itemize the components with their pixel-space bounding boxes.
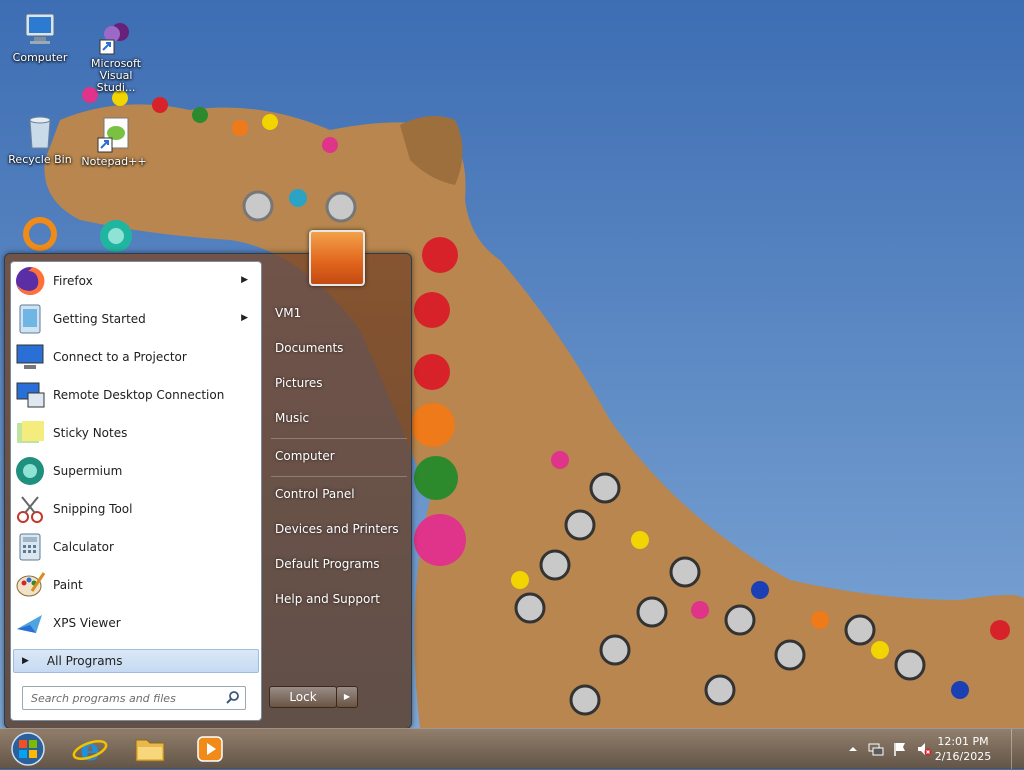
arrow-right-icon: ▶ [22, 656, 29, 666]
separator [271, 476, 407, 477]
start-program-xps-viewer[interactable]: XPS Viewer [14, 606, 256, 640]
start-right-default-programs[interactable]: Default Programs [267, 550, 413, 578]
start-program-paint[interactable]: Paint [14, 568, 256, 602]
program-label: Supermium [53, 464, 123, 478]
calculator-icon [14, 531, 46, 563]
projector-icon [14, 341, 46, 373]
taskbar-clock[interactable]: 12:01 PM 2/16/2025 [928, 734, 998, 764]
network-icon[interactable] [868, 741, 884, 757]
start-right-pictures[interactable]: Pictures [267, 369, 413, 397]
sticky-notes-icon [14, 417, 46, 449]
start-right-music[interactable]: Music [267, 404, 413, 432]
start-right-control-panel[interactable]: Control Panel [267, 480, 413, 508]
user-picture[interactable] [309, 230, 365, 286]
start-menu-programs-pane: Firefox ▶ Getting Started ▶ Connect to a… [10, 261, 262, 721]
search-icon[interactable] [226, 690, 240, 707]
desktop-icon-visual-studio[interactable]: Microsoft Visual Studi... [80, 16, 152, 94]
show-hidden-icons-icon[interactable] [845, 741, 861, 757]
media-player-icon [197, 736, 223, 762]
computer-icon [20, 10, 60, 50]
desktop-icon-notepad-plus-plus[interactable]: Notepad++ [78, 114, 150, 168]
program-label: Remote Desktop Connection [53, 388, 225, 402]
start-menu: Firefox ▶ Getting Started ▶ Connect to a… [4, 230, 413, 729]
snipping-tool-icon [14, 493, 46, 525]
start-program-supermium[interactable]: Supermium [14, 454, 256, 488]
remote-desktop-icon [14, 379, 46, 411]
paint-icon [14, 569, 46, 601]
all-programs-button[interactable]: ▶ All Programs [13, 649, 259, 673]
supermium-icon [96, 214, 136, 254]
all-programs-label: All Programs [46, 654, 123, 668]
submenu-arrow-icon: ▶ [241, 275, 248, 285]
show-desktop-button[interactable] [1011, 729, 1024, 769]
start-orb-icon [11, 732, 45, 766]
recycle-bin-icon [20, 112, 60, 152]
file-explorer-icon [135, 739, 165, 762]
start-program-sticky-notes[interactable]: Sticky Notes [14, 416, 256, 450]
svg-text:e: e [80, 733, 99, 767]
action-center-flag-icon[interactable] [892, 741, 908, 757]
desktop-icon-label: Microsoft Visual Studi... [90, 57, 142, 94]
ring-icon [20, 214, 60, 254]
start-program-getting-started[interactable]: Getting Started ▶ [14, 302, 256, 336]
desktop-icon-label: Recycle Bin [8, 153, 72, 166]
start-program-snipping-tool[interactable]: Snipping Tool [14, 492, 256, 526]
program-label: Getting Started [53, 312, 146, 326]
firefox-icon [14, 265, 46, 297]
taskbar-media-player[interactable] [184, 731, 236, 767]
taskbar-internet-explorer[interactable]: e [64, 731, 116, 768]
separator [271, 438, 407, 439]
desktop-icon-computer[interactable]: Computer [4, 10, 76, 64]
desktop-icon-label: Computer [12, 51, 68, 64]
program-label: XPS Viewer [53, 616, 121, 630]
program-label: Firefox [53, 274, 93, 288]
start-right-documents[interactable]: Documents [267, 334, 413, 362]
getting-started-icon [14, 303, 46, 335]
desktop-icon-recycle-bin[interactable]: Recycle Bin [4, 112, 76, 166]
taskbar: e 12:01 PM 2/16/2025 [0, 728, 1024, 769]
supermium-icon [14, 455, 46, 487]
internet-explorer-icon: e [72, 733, 108, 768]
start-program-calculator[interactable]: Calculator [14, 530, 256, 564]
start-right-help-support[interactable]: Help and Support [267, 585, 413, 613]
submenu-arrow-icon: ▶ [241, 313, 248, 323]
desktop-icon-label: Notepad++ [81, 155, 147, 168]
search-input[interactable] [29, 687, 225, 709]
xps-viewer-icon [14, 607, 46, 639]
clock-time: 12:01 PM [937, 735, 989, 748]
start-button[interactable] [2, 731, 54, 767]
search-box [22, 686, 246, 710]
lock-button[interactable]: Lock [269, 686, 337, 708]
desktop-icon-partial-supermium[interactable] [80, 214, 152, 256]
program-label: Snipping Tool [53, 502, 133, 516]
taskbar-file-explorer[interactable] [124, 731, 176, 767]
start-right-computer[interactable]: Computer [267, 442, 413, 470]
program-label: Paint [53, 578, 83, 592]
start-right-user[interactable]: VM1 [267, 299, 413, 327]
start-right-devices-printers[interactable]: Devices and Printers [267, 515, 413, 543]
clock-date: 2/16/2025 [934, 750, 992, 763]
visual-studio-icon [96, 16, 136, 56]
program-label: Sticky Notes [53, 426, 128, 440]
notepad-plus-plus-icon [94, 114, 134, 154]
program-label: Connect to a Projector [53, 350, 187, 364]
desktop-icon-partial-orange[interactable] [4, 214, 76, 256]
start-program-remote-desktop[interactable]: Remote Desktop Connection [14, 378, 256, 412]
program-label: Calculator [53, 540, 114, 554]
start-program-firefox[interactable]: Firefox ▶ [14, 264, 256, 298]
start-program-connect-projector[interactable]: Connect to a Projector [14, 340, 256, 374]
shutdown-options-arrow-icon[interactable]: ▶ [336, 686, 358, 708]
